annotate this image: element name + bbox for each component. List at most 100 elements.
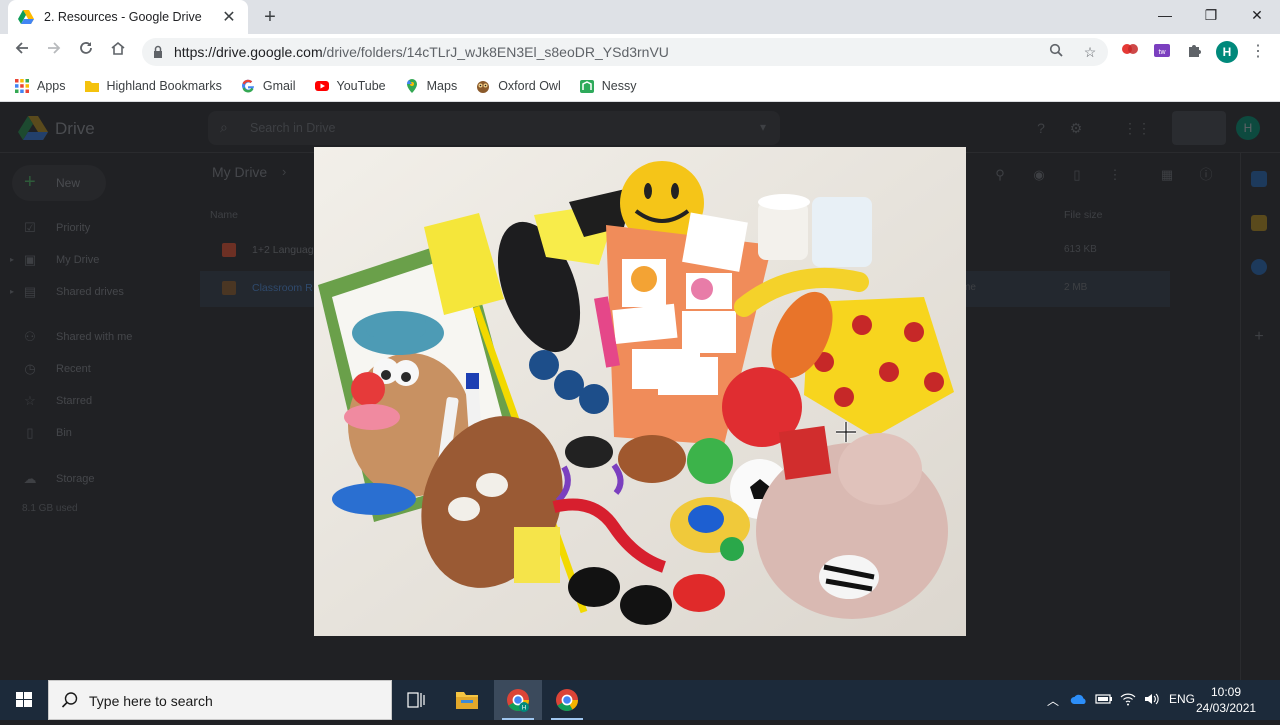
file-name: 1+2 Language xyxy=(252,244,320,256)
chevron-right-icon: › xyxy=(282,164,287,179)
share-person-icon[interactable]: ⚲ xyxy=(990,165,1010,185)
extension-tw-icon[interactable]: tw xyxy=(1152,42,1172,62)
search-options-caret-icon[interactable]: ▾ xyxy=(760,120,766,134)
nav-label: Bin xyxy=(56,427,72,439)
extension-red-icon[interactable] xyxy=(1120,42,1140,62)
nessy-icon xyxy=(579,79,594,93)
column-header-name[interactable]: Name xyxy=(210,209,238,221)
image-preview[interactable] xyxy=(314,147,966,636)
taskbar-search-box[interactable]: Type here to search xyxy=(48,680,392,720)
breadcrumb-my-drive[interactable]: My Drive xyxy=(212,164,267,180)
chrome-app-button[interactable] xyxy=(543,680,591,720)
google-apps-icon[interactable]: ⋮⋮ xyxy=(1123,118,1151,138)
extensions-puzzle-icon[interactable] xyxy=(1184,42,1204,62)
my-drive-icon: ▣ xyxy=(23,252,37,267)
taskbar-clock[interactable]: 10:09 24/03/2021 xyxy=(1196,684,1256,716)
details-info-icon[interactable]: ⓘ xyxy=(1196,165,1216,185)
drive-app-name: Drive xyxy=(55,119,95,138)
bookmark-nessy[interactable]: Nessy xyxy=(579,78,637,94)
url-text: https://drive.google.com/drive/folders/1… xyxy=(174,44,669,60)
preview-eye-icon[interactable]: ◉ xyxy=(1029,165,1049,185)
drive-header: Drive ⌕ Search in Drive ▾ ? ⚙ ⋮⋮ H xyxy=(0,103,1280,153)
check-circle-icon: ☑ xyxy=(24,220,36,235)
drive-account-avatar[interactable]: H xyxy=(1236,116,1260,140)
bookmark-star-icon[interactable]: ☆ xyxy=(1080,42,1100,62)
volume-icon[interactable] xyxy=(1143,691,1159,710)
taskbar-search-placeholder: Type here to search xyxy=(89,693,213,709)
bookmark-youtube[interactable]: YouTube xyxy=(314,78,386,94)
windows-start-button[interactable] xyxy=(0,680,48,720)
reload-icon[interactable] xyxy=(74,40,98,64)
bookmark-label: YouTube xyxy=(336,78,386,93)
new-tab-button[interactable]: + xyxy=(258,5,282,29)
input-language-indicator[interactable]: ENG xyxy=(1169,692,1195,706)
help-icon[interactable]: ? xyxy=(1031,118,1051,138)
bookmark-label: Nessy xyxy=(601,78,637,93)
side-panel: + xyxy=(1240,153,1280,680)
settings-gear-icon[interactable]: ⚙ xyxy=(1066,118,1086,138)
nav-label: Shared drives xyxy=(56,286,124,298)
move-cursor-icon xyxy=(836,422,856,442)
home-icon[interactable] xyxy=(106,40,130,64)
new-button[interactable]: + New xyxy=(12,165,106,201)
chrome-profile-app-button[interactable]: H xyxy=(494,680,542,720)
file-explorer-button[interactable] xyxy=(443,680,491,720)
nav-item-recent[interactable]: ◷ Recent xyxy=(22,359,91,379)
delete-icon[interactable]: ▯ xyxy=(1067,165,1087,185)
nav-item-storage[interactable]: ☁ Storage xyxy=(22,469,95,489)
chrome-menu-icon[interactable]: ⋮ xyxy=(1248,40,1268,64)
bookmark-oxford-owl[interactable]: Oxford Owl xyxy=(475,78,561,94)
minimize-button[interactable]: — xyxy=(1142,0,1188,34)
task-view-button[interactable] xyxy=(392,680,440,720)
nav-label: Starred xyxy=(56,395,93,407)
browser-tab[interactable]: 2. Resources - Google Drive ✕ xyxy=(8,0,248,34)
file-name: Classroom R xyxy=(252,282,313,294)
back-arrow-icon[interactable] xyxy=(10,40,34,64)
slides-file-icon xyxy=(222,243,236,257)
nav-item-bin[interactable]: ▯ Bin xyxy=(22,423,72,443)
bookmark-label: Apps xyxy=(37,78,66,93)
search-icon: ⌕ xyxy=(220,119,228,135)
nav-item-shared-with-me[interactable]: ⚇ Shared with me xyxy=(22,327,132,347)
tab-close-icon[interactable]: ✕ xyxy=(220,7,238,27)
grid-view-icon[interactable]: ▦ xyxy=(1157,165,1177,185)
battery-icon[interactable] xyxy=(1095,693,1113,708)
folder-icon xyxy=(456,692,478,709)
wifi-icon[interactable] xyxy=(1120,691,1136,710)
chrome-icon xyxy=(556,689,578,711)
address-bar[interactable]: https://drive.google.com/drive/folders/1… xyxy=(142,38,1108,66)
file-size: 2 MB xyxy=(1064,282,1088,293)
tasks-icon[interactable] xyxy=(1251,259,1267,275)
expand-arrow-icon[interactable]: ▸ xyxy=(10,287,14,296)
onedrive-cloud-icon[interactable] xyxy=(1070,693,1088,708)
tab-title: 2. Resources - Google Drive xyxy=(44,10,202,24)
calendar-icon[interactable] xyxy=(1251,171,1267,187)
drive-search-input[interactable]: ⌕ Search in Drive ▾ xyxy=(208,111,780,145)
zoom-icon[interactable] xyxy=(1046,42,1066,62)
keep-icon[interactable] xyxy=(1251,215,1267,231)
url-path: /drive/folders/14cTLrJ_wJk8EN3El_s8eoDR_… xyxy=(322,44,669,60)
forward-arrow-icon[interactable] xyxy=(42,40,66,64)
clock-date: 24/03/2021 xyxy=(1196,701,1257,715)
bookmark-apps[interactable]: Apps xyxy=(14,78,66,94)
bookmark-gmail[interactable]: Gmail xyxy=(240,78,296,94)
add-addon-icon[interactable]: + xyxy=(1251,329,1267,345)
column-header-size[interactable]: File size xyxy=(1064,209,1103,221)
bookmark-maps[interactable]: Maps xyxy=(404,78,457,94)
nav-item-my-drive[interactable]: ▣ My Drive xyxy=(22,250,100,270)
bookmark-highland[interactable]: Highland Bookmarks xyxy=(84,78,222,94)
expand-arrow-icon[interactable]: ▸ xyxy=(10,255,14,264)
nav-item-shared-drives[interactable]: ▤ Shared drives xyxy=(22,282,124,302)
plus-icon: + xyxy=(24,171,36,193)
restore-button[interactable]: ❐ xyxy=(1188,0,1234,34)
nav-item-starred[interactable]: ☆ Starred xyxy=(22,391,92,411)
more-actions-icon[interactable]: ⋮ xyxy=(1105,165,1125,185)
people-icon: ⚇ xyxy=(24,329,36,344)
profile-avatar[interactable]: H xyxy=(1216,41,1238,63)
nav-item-priority[interactable]: ☑ Priority xyxy=(22,218,90,238)
owl-icon xyxy=(477,80,490,93)
show-hidden-icons-chevron-icon[interactable]: ︿ xyxy=(1047,692,1059,709)
windows-taskbar: Type here to search H ︿ ENG 10:09 24/03/… xyxy=(0,680,1280,720)
close-window-button[interactable]: ✕ xyxy=(1234,0,1280,34)
google-g-icon xyxy=(241,79,254,92)
